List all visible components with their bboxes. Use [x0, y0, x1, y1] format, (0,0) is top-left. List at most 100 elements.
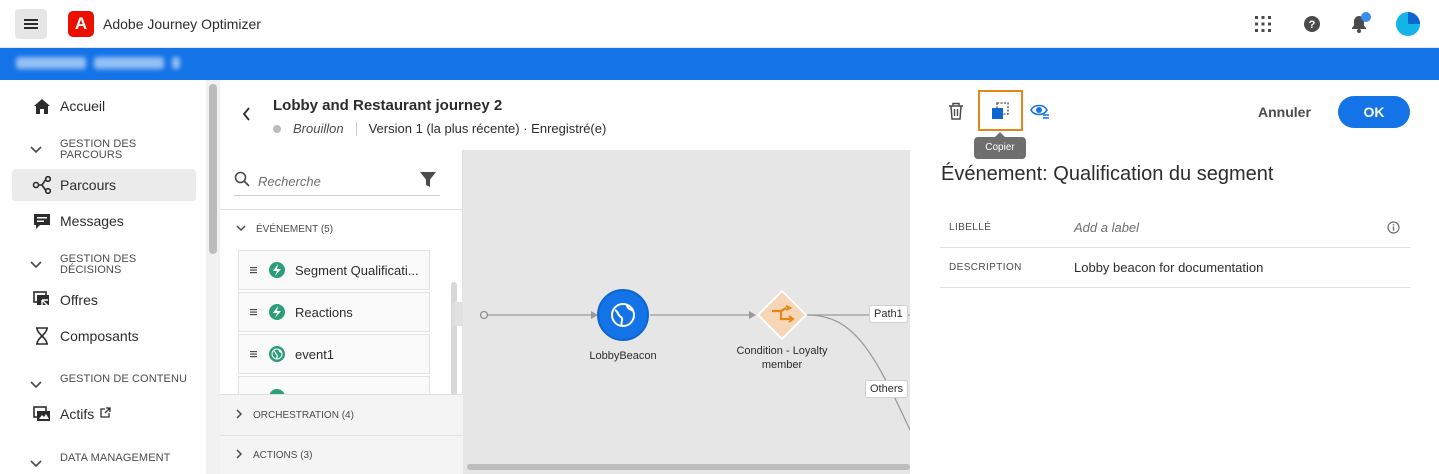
globe-event-icon [269, 346, 285, 362]
lobbybeacon-node[interactable] [597, 289, 649, 341]
external-link-icon [100, 405, 111, 423]
nav-home[interactable]: Accueil [12, 90, 196, 122]
node-label: LobbyBeacon [581, 350, 665, 362]
nav-home-label: Accueil [60, 98, 106, 114]
node-label: Condition - Loyalty member [734, 344, 830, 372]
category-actions[interactable]: Actions (3) [236, 449, 312, 462]
search-input[interactable]: Recherche [258, 174, 321, 189]
copy-icon [991, 102, 1009, 120]
path-label[interactable]: Path1 [869, 305, 908, 323]
category-events[interactable]: Événement (5) [236, 224, 333, 235]
palette-item-label: Segment Qualificati... [295, 262, 419, 278]
info-icon[interactable] [1387, 221, 1400, 239]
nav-section-content[interactable]: Gestion de contenu [30, 374, 200, 394]
adobe-logo[interactable]: A [68, 11, 94, 37]
path-label[interactable]: Others [865, 380, 909, 398]
nav-messages[interactable]: Messages [12, 205, 196, 237]
svg-text:?: ? [1309, 19, 1316, 31]
palette-item-segment[interactable]: Segment Qualificati... [238, 250, 430, 290]
help-icon[interactable]: ? [1300, 12, 1324, 36]
nav-assets[interactable]: Actifs [12, 398, 196, 430]
description-row: Description Lobby beacon for documentati… [940, 248, 1410, 288]
cancel-button[interactable]: Annuler [1248, 96, 1321, 128]
filter-icon[interactable] [419, 171, 437, 194]
copy-tooltip: Copier [974, 132, 1026, 159]
chevron-down-icon [30, 141, 42, 159]
avatar[interactable] [1396, 12, 1420, 36]
journey-icon [32, 175, 52, 195]
meta-divider [355, 121, 357, 136]
nav-section-decisions[interactable]: Gestion des décisions [30, 254, 170, 276]
org-switcher[interactable] [16, 57, 180, 71]
nav-section-label: Gestion de contenu [60, 373, 188, 385]
category-orchestration[interactable]: Orchestration (4) [236, 409, 354, 422]
palette-divider [220, 435, 463, 436]
org-switcher-bar[interactable] [0, 48, 1439, 80]
label-row: Libellé Add a label [940, 208, 1410, 248]
category-label: Orchestration (4) [253, 410, 354, 421]
nav-section-label: Gestion des parcours [60, 138, 137, 161]
category-label: Actions (3) [253, 450, 313, 461]
ok-button[interactable]: OK [1338, 96, 1410, 128]
left-navigation: Accueil Gestion des parcours Parcours Me… [0, 80, 206, 474]
nav-components[interactable]: Composants [12, 320, 196, 352]
status-dot [273, 124, 281, 133]
palette-item-reactions[interactable]: Reactions [238, 292, 430, 332]
search-icon [234, 171, 250, 192]
drag-handle-icon[interactable] [250, 303, 257, 321]
journey-editor: Lobby and Restaurant journey 2 Brouillon… [220, 80, 910, 474]
copy-button[interactable] [978, 90, 1023, 131]
delete-icon[interactable] [948, 102, 964, 120]
nav-journeys-label: Parcours [60, 177, 117, 193]
condition-node[interactable] [756, 289, 808, 341]
chevron-down-icon [30, 376, 42, 394]
palette-divider [220, 209, 463, 210]
message-icon [32, 211, 52, 231]
panel-title: Événement: Qualification du segment [941, 163, 1274, 185]
drag-handle-icon[interactable] [250, 345, 257, 363]
journey-header: Lobby and Restaurant journey 2 Brouillon… [220, 80, 910, 150]
journey-canvas[interactable]: LobbyBeacon Condition - Loyalty member P… [463, 150, 910, 474]
back-arrow-icon[interactable] [242, 107, 251, 126]
chevron-down-icon [30, 256, 42, 274]
nav-offers[interactable]: Offres [12, 284, 196, 316]
activity-palette: Recherche Événement (5) Segment Qualific… [220, 150, 463, 474]
notifications-icon[interactable] [1347, 12, 1371, 36]
nav-assets-label: Actifs [60, 406, 95, 422]
menu-icon[interactable] [15, 9, 47, 39]
chevron-down-icon [30, 455, 42, 473]
journey-status: Brouillon [293, 121, 344, 136]
description-key: Description [949, 262, 1022, 273]
palette-footer: Orchestration (4) Actions (3) [220, 394, 463, 474]
palette-item-label: Reactions [295, 304, 353, 320]
category-label: Événement (5) [256, 224, 334, 235]
canvas-scrollbar[interactable] [467, 464, 910, 470]
nav-section-data[interactable]: Data management [30, 453, 200, 473]
nav-section-journeys[interactable]: Gestion des parcours [30, 139, 170, 161]
app-title[interactable]: Adobe Journey Optimizer [103, 16, 261, 32]
palette-item-partial[interactable] [238, 376, 430, 396]
description-value[interactable]: Lobby beacon for documentation [1074, 260, 1263, 275]
chevron-right-icon [236, 449, 243, 462]
nav-section-label: Data management [60, 452, 171, 464]
components-icon [32, 326, 52, 346]
nav-offers-label: Offres [60, 292, 98, 308]
journey-meta: Brouillon Version 1 (la plus récente) · … [273, 121, 606, 136]
apps-grid-icon[interactable] [1251, 12, 1275, 36]
segment-event-icon [269, 262, 285, 278]
label-input[interactable]: Add a label [1074, 220, 1139, 235]
nav-journeys[interactable]: Parcours [12, 169, 196, 201]
chevron-down-icon [236, 224, 246, 235]
home-icon [32, 96, 52, 116]
palette-item-event1[interactable]: event1 [238, 334, 430, 374]
chevron-right-icon [236, 409, 243, 422]
label-key: Libellé [949, 222, 992, 233]
journey-title: Lobby and Restaurant journey 2 [273, 97, 503, 114]
palette-search[interactable]: Recherche [234, 168, 440, 196]
nav-components-label: Composants [60, 328, 139, 344]
drag-handle-icon[interactable] [250, 261, 257, 279]
view-eye-icon[interactable] [1030, 102, 1050, 120]
nav-scrollbar[interactable] [209, 84, 217, 254]
nav-section-label: Gestion des décisions [60, 253, 137, 276]
palette-item-label: event1 [295, 346, 335, 362]
